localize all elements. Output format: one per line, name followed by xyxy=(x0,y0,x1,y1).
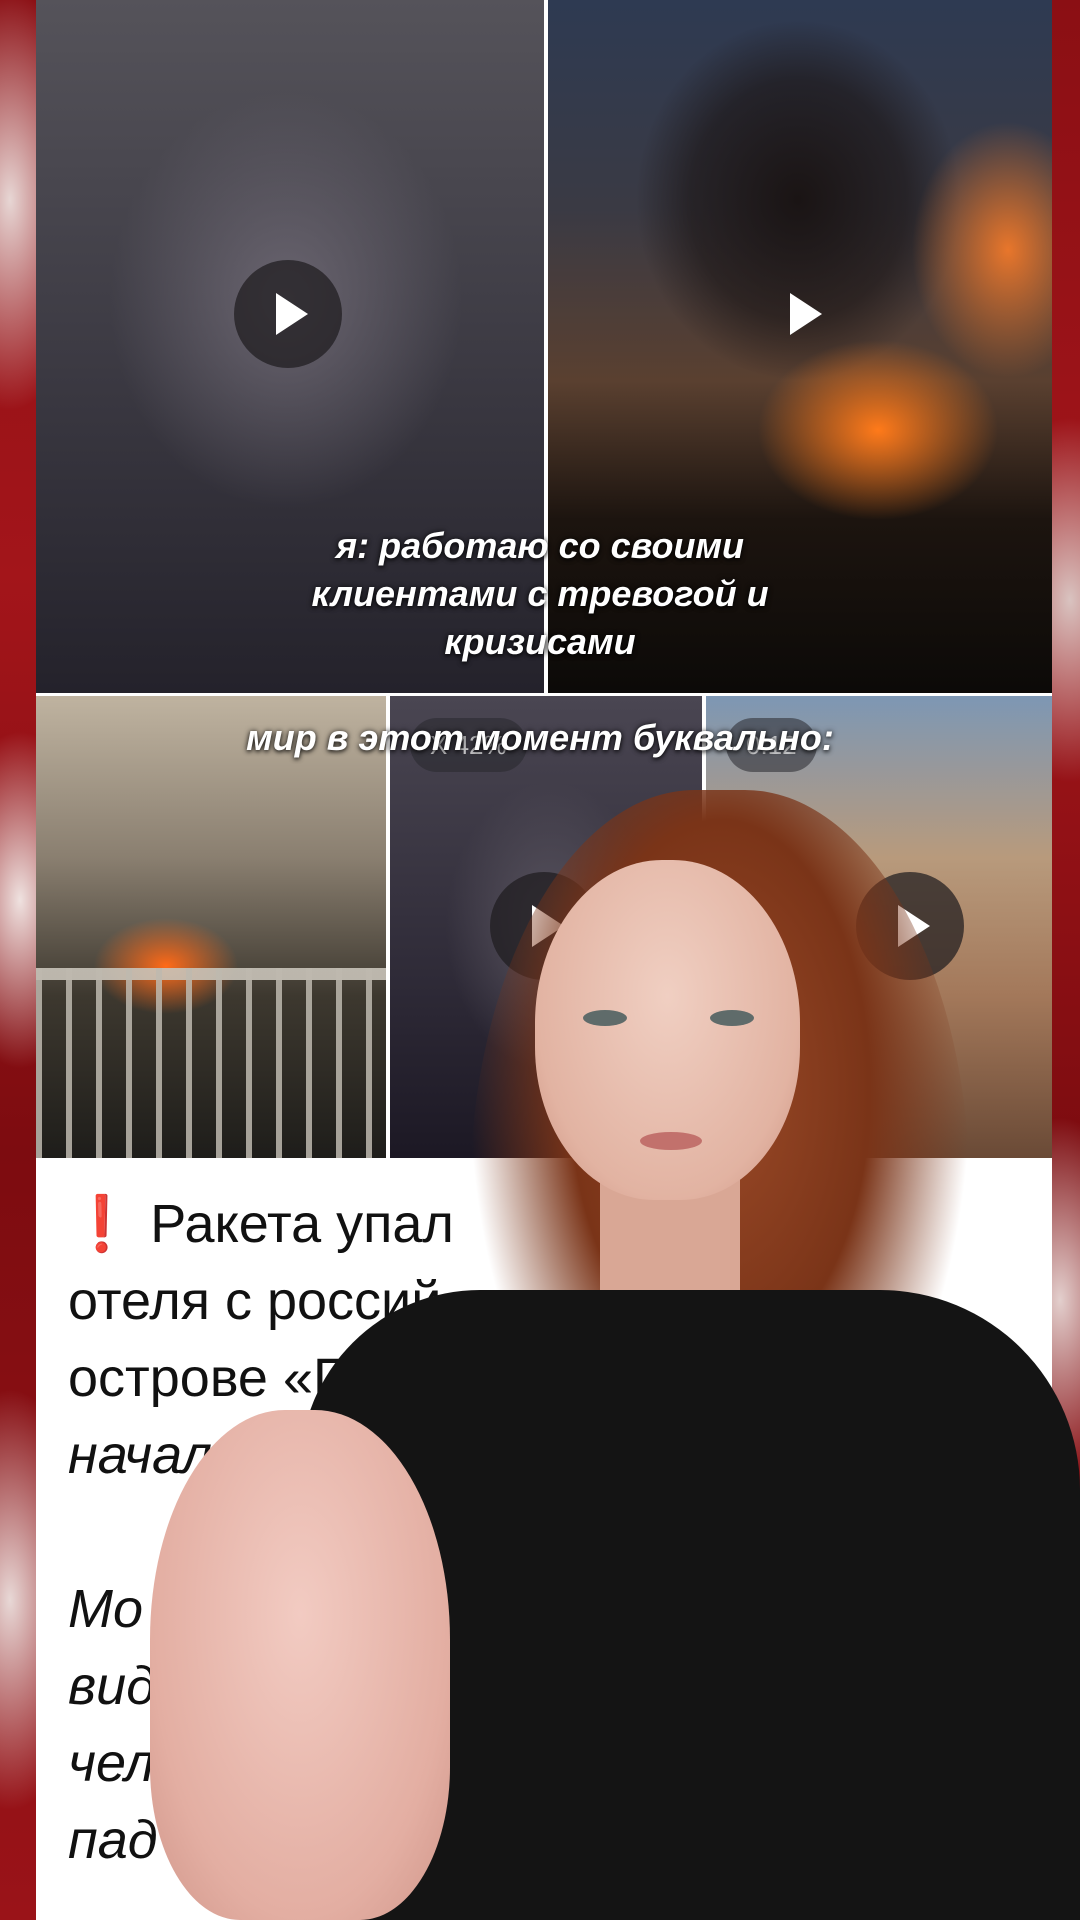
person-mouth xyxy=(640,1132,702,1150)
exclamation-icon: ❗ xyxy=(68,1194,136,1254)
caption-line-3: кризисами xyxy=(444,621,636,662)
person-eye xyxy=(583,1010,627,1026)
person-eye xyxy=(710,1010,754,1026)
caption-line-4: мир в этот момент буквально: xyxy=(246,717,834,758)
play-icon[interactable] xyxy=(748,260,856,368)
caption-line-1: я: работаю со своими xyxy=(335,525,745,566)
caption-line-2: клиентами с тревогой и xyxy=(311,573,769,614)
play-icon[interactable] xyxy=(234,260,342,368)
person-overlay xyxy=(140,790,1080,1920)
person-face xyxy=(535,860,800,1200)
person-hand xyxy=(150,1410,450,1920)
